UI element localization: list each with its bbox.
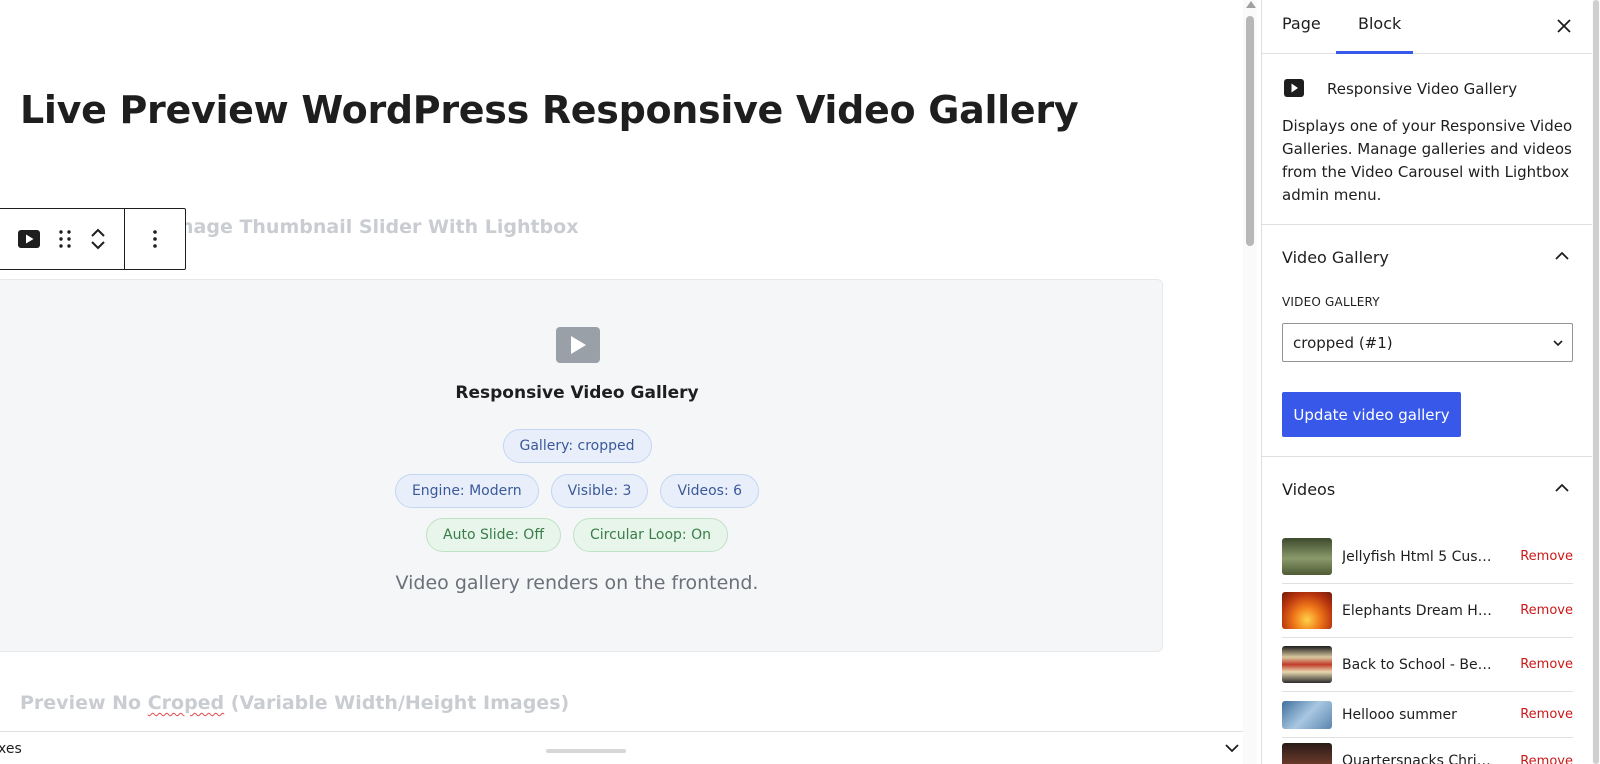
remove-video-button[interactable]: Remove: [1520, 707, 1573, 722]
settings-sidebar: Page Block Responsive Video Gallery Disp…: [1261, 0, 1592, 764]
video-gallery-panel-title[interactable]: Video Gallery: [1282, 248, 1389, 267]
video-thumbnail: [1282, 742, 1332, 764]
videos-list: Jellyfish Html 5 Cust... Remove Elephant…: [1282, 530, 1573, 764]
drag-handle-icon: [58, 230, 71, 248]
remove-video-button[interactable]: Remove: [1520, 657, 1573, 672]
page-title[interactable]: Live Preview WordPress Responsive Video …: [20, 88, 1079, 132]
chevron-up-icon[interactable]: [1552, 478, 1572, 498]
video-list-item: Jellyfish Html 5 Cust... Remove: [1282, 530, 1573, 584]
remove-video-button[interactable]: Remove: [1520, 754, 1573, 764]
auto-slide-pill: Auto Slide: Off: [426, 518, 561, 552]
video-gallery-selected-value: cropped (#1): [1293, 334, 1393, 352]
gallery-play-icon: [556, 327, 600, 363]
block-type-button[interactable]: [11, 221, 47, 257]
block-toolbar-main-group: [0, 209, 125, 269]
play-icon: [571, 336, 586, 354]
editor-scroll-thumb[interactable]: [1246, 16, 1254, 246]
engine-pill: Engine: Modern: [394, 474, 539, 508]
play-icon: [17, 230, 40, 248]
visible-pill: Visible: 3: [550, 474, 649, 508]
video-list-item: Elephants Dream Ht... Remove: [1282, 584, 1573, 638]
block-mover: [83, 217, 113, 261]
block-card-title: Responsive Video Gallery: [1327, 80, 1518, 98]
remove-video-button[interactable]: Remove: [1520, 549, 1573, 564]
pill-row-gallery: Gallery: cropped: [0, 429, 1154, 463]
meta-boxes-bar: xes: [0, 731, 1254, 764]
video-thumbnail: [1282, 700, 1332, 729]
video-title: Elephants Dream Ht...: [1342, 602, 1496, 619]
videos-count-pill: Videos: 6: [660, 474, 760, 508]
chevron-down-icon[interactable]: [90, 239, 106, 251]
frontend-note: Video gallery renders on the frontend.: [395, 572, 759, 594]
video-list-item: Quartersnacks Christ... Remove: [1282, 738, 1573, 764]
video-list-item: Hellooo summer Remove: [1282, 692, 1573, 738]
block-card: Responsive Video Gallery Displays one of…: [1262, 0, 1592, 225]
circular-loop-pill: Circular Loop: On: [572, 518, 728, 552]
video-thumbnail: [1282, 646, 1332, 683]
drag-handle-button[interactable]: [47, 221, 83, 257]
video-thumbnail: [1282, 592, 1332, 629]
video-thumbnail: [1282, 538, 1332, 575]
chevron-down-icon: [1553, 340, 1563, 347]
remove-video-button[interactable]: Remove: [1520, 603, 1573, 618]
scroll-up-arrow-icon[interactable]: [1246, 1, 1256, 8]
sidebar-scroll-thumb[interactable]: [1593, 0, 1599, 764]
block-options-group: [125, 209, 185, 269]
video-gallery-field-label: VIDEO GALLERY: [1282, 295, 1380, 309]
gallery-preview-title: Responsive Video Gallery: [455, 383, 699, 403]
video-title: Hellooo summer: [1342, 706, 1457, 723]
more-vertical-icon: [153, 230, 157, 248]
video-list-item: Back to School - Best... Remove: [1282, 638, 1573, 692]
video-gallery-select[interactable]: cropped (#1): [1282, 323, 1573, 362]
block-options-button[interactable]: [137, 221, 173, 257]
gallery-pill: Gallery: cropped: [502, 429, 652, 463]
block-card-description: Displays one of your Responsive Video Ga…: [1282, 117, 1573, 204]
heading-text-suffix: (Variable Width/Height Images): [224, 692, 570, 714]
editor-scrollbar[interactable]: [1243, 0, 1257, 764]
resize-handle[interactable]: [546, 749, 626, 753]
chevron-up-icon[interactable]: [90, 227, 106, 239]
heading-text-prefix: Preview No: [20, 692, 148, 714]
update-video-gallery-button[interactable]: Update video gallery: [1282, 392, 1461, 437]
video-title: Jellyfish Html 5 Cust...: [1342, 548, 1496, 565]
next-block-heading[interactable]: nage Thumbnail Slider With Lightbox: [180, 216, 578, 238]
video-title: Back to School - Best...: [1342, 656, 1496, 673]
videos-panel-title[interactable]: Videos: [1282, 480, 1335, 499]
chevron-down-icon[interactable]: [1222, 738, 1242, 758]
video-title: Quartersnacks Christ...: [1342, 753, 1496, 764]
editor-canvas: Live Preview WordPress Responsive Video …: [0, 0, 1254, 764]
meta-boxes-label: xes: [0, 741, 22, 757]
spelling-error-word: Croped: [147, 692, 225, 714]
chevron-up-icon[interactable]: [1552, 246, 1572, 266]
following-block-heading[interactable]: Preview No Croped (Variable Width/Height…: [20, 692, 569, 714]
panel-divider: [1262, 456, 1592, 457]
play-icon: [1284, 79, 1304, 97]
sidebar-scrollbar[interactable]: [1592, 0, 1600, 764]
pill-row-behavior: Auto Slide: Off Circular Loop: On: [0, 518, 1154, 552]
block-toolbar: [0, 208, 186, 270]
pill-row-settings: Engine: Modern Visible: 3 Videos: 6: [0, 474, 1154, 508]
